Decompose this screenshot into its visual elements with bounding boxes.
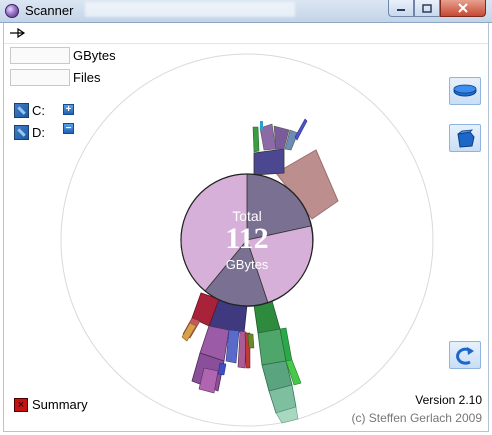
refresh-button[interactable] bbox=[449, 341, 481, 369]
client-area: GBytes Files C: + D: − Total 112 GBytes … bbox=[3, 23, 489, 432]
summary-label[interactable]: Summary bbox=[32, 397, 88, 412]
blurred-region bbox=[85, 2, 295, 17]
minimize-icon bbox=[397, 9, 405, 11]
app-icon bbox=[5, 4, 19, 18]
segment[interactable] bbox=[260, 121, 263, 130]
segment[interactable] bbox=[247, 333, 255, 349]
disk-icon bbox=[453, 84, 477, 97]
window-title: Scanner bbox=[25, 3, 74, 18]
chart-total-value: 112 bbox=[225, 222, 269, 255]
title-bar[interactable]: Scanner bbox=[0, 0, 492, 23]
disk-button[interactable] bbox=[449, 77, 481, 105]
chart-unit: GBytes bbox=[225, 257, 269, 272]
credit-label: (c) Steffen Gerlach 2009 bbox=[351, 411, 482, 425]
maximize-icon bbox=[422, 3, 432, 13]
version-label: Version 2.10 bbox=[415, 393, 482, 407]
close-icon bbox=[458, 3, 468, 13]
refresh-icon bbox=[456, 347, 474, 365]
segment[interactable] bbox=[252, 126, 260, 153]
open-folder-button[interactable] bbox=[449, 124, 481, 152]
segment[interactable] bbox=[253, 148, 285, 176]
close-button[interactable] bbox=[440, 0, 486, 17]
summary-icon[interactable]: × bbox=[14, 398, 28, 412]
minimize-button[interactable] bbox=[388, 0, 414, 17]
maximize-button[interactable] bbox=[414, 0, 440, 17]
open-folder-icon bbox=[457, 129, 475, 148]
